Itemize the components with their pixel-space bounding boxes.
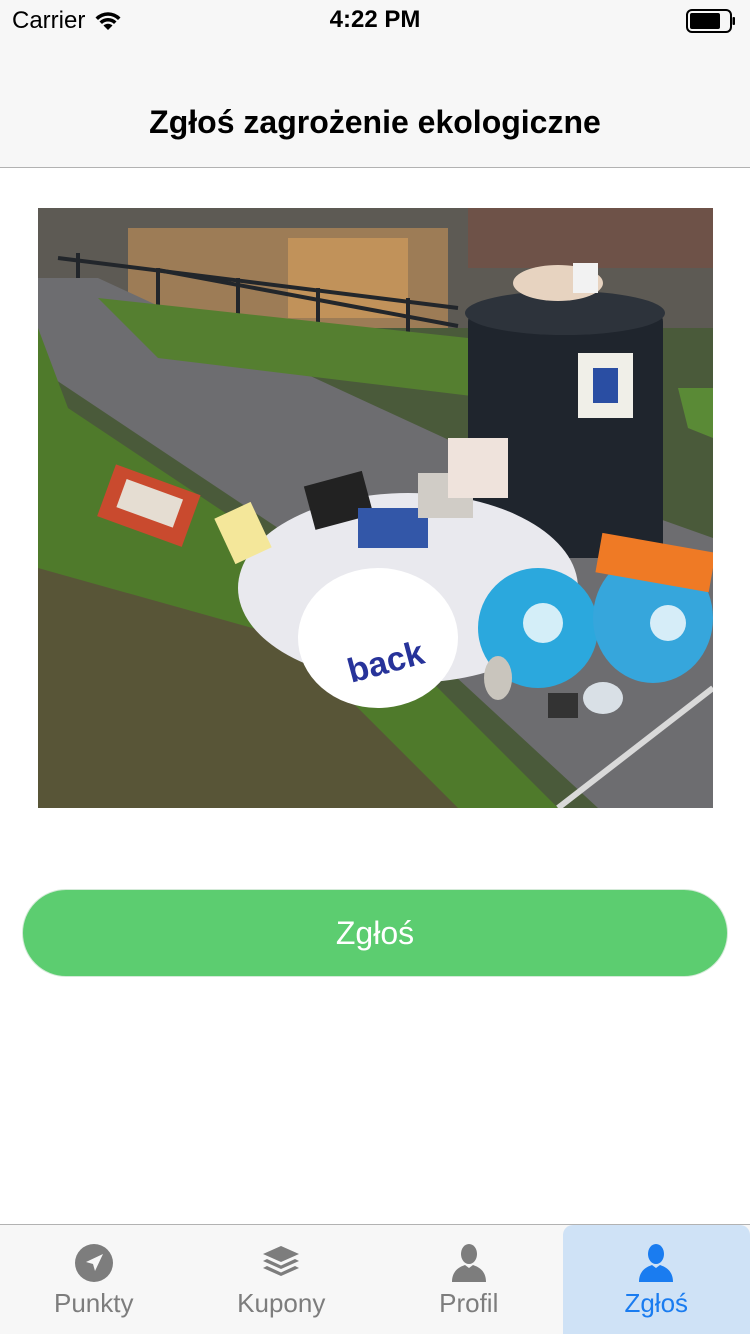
tab-kupony[interactable]: Kupony — [188, 1225, 376, 1334]
page-title: Zgłoś zagrożenie ekologiczne — [149, 104, 601, 140]
status-time: 4:22 PM — [329, 6, 421, 33]
tab-label-kupony: Kupony — [237, 1288, 326, 1318]
tab-profil[interactable]: Profil — [375, 1225, 563, 1334]
tab-label-profil: Profil — [439, 1288, 499, 1318]
layers-icon — [263, 1246, 300, 1276]
battery-icon — [686, 9, 735, 33]
person-icon — [639, 1244, 674, 1282]
location-arrow-icon — [74, 1244, 113, 1282]
report-button[interactable]: Zgłoś — [22, 889, 728, 977]
reported-photo: back — [38, 208, 713, 808]
tab-bar: Punkty Kupony Profil Zgłoś — [0, 1224, 750, 1334]
person-icon — [451, 1244, 486, 1282]
navigation-bar: Zgłoś zagrożenie ekologiczne — [0, 40, 750, 168]
tab-zglos[interactable]: Zgłoś — [562, 1225, 750, 1334]
tab-punkty[interactable]: Punkty — [0, 1225, 188, 1334]
tab-label-zglos: Zgłoś — [624, 1288, 689, 1318]
tab-label-punkty: Punkty — [54, 1288, 134, 1318]
status-bar: Carrier 4:22 PM — [0, 0, 750, 40]
